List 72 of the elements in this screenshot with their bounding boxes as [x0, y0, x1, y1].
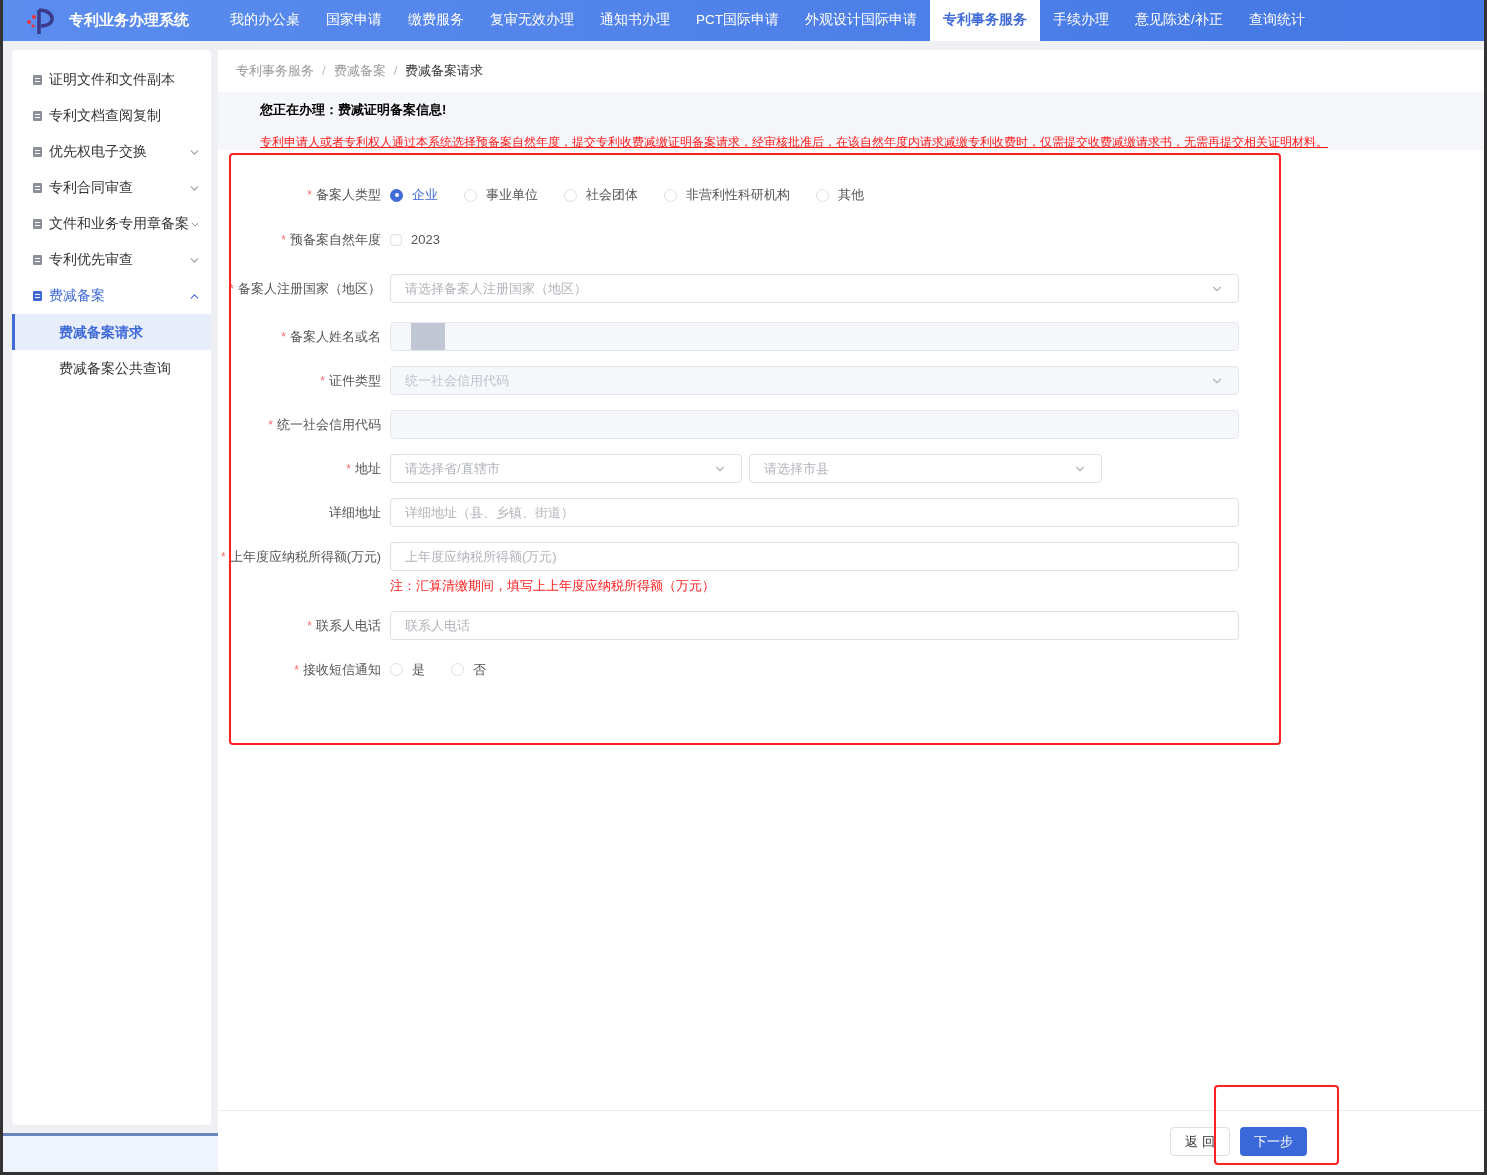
- document-icon: [32, 110, 43, 122]
- nav-tab[interactable]: 我的办公桌: [217, 0, 313, 41]
- sidebar-item[interactable]: 证明文件和文件副本: [12, 62, 211, 98]
- field-label: 联系人电话: [316, 617, 381, 634]
- next-button[interactable]: 下一步: [1240, 1127, 1307, 1156]
- document-icon: [32, 290, 43, 302]
- field-label: 接收短信通知: [303, 661, 381, 678]
- checkbox-option[interactable]: 2023: [390, 230, 440, 250]
- sidebar-subitem[interactable]: 费减备案公共查询: [12, 350, 211, 386]
- required-mark: *: [281, 329, 286, 345]
- field-label: 地址: [355, 461, 381, 477]
- field-label: 预备案自然年度: [290, 232, 381, 248]
- field-label: 备案人注册国家（地区）: [238, 281, 381, 297]
- sidebar-item[interactable]: 专利文档查阅复制: [12, 98, 211, 134]
- nav-tab[interactable]: 缴费服务: [395, 0, 477, 41]
- required-mark: *: [281, 232, 286, 248]
- required-mark: *: [294, 661, 299, 678]
- nav-tab[interactable]: 通知书办理: [587, 0, 683, 41]
- back-button[interactable]: 返 回: [1170, 1127, 1230, 1156]
- radio-option[interactable]: 企业: [390, 185, 438, 205]
- input-field[interactable]: 详细地址（县、乡镇、街道）: [390, 498, 1239, 527]
- nav-tab[interactable]: 复审无效办理: [477, 0, 587, 41]
- select-field[interactable]: 请选择省/直辖市: [390, 454, 742, 483]
- select-field[interactable]: 请选择备案人注册国家（地区）: [390, 274, 1239, 303]
- input-field[interactable]: 上年度应纳税所得额(万元): [390, 542, 1239, 571]
- document-icon: [32, 74, 43, 86]
- nav-tab[interactable]: 手续办理: [1040, 0, 1122, 41]
- breadcrumb-item: 费减备案请求: [405, 62, 484, 81]
- radio-option[interactable]: 否: [451, 660, 486, 680]
- select-field[interactable]: 请选择市县: [749, 454, 1102, 483]
- sidebar-item[interactable]: 文件和业务专用章备案: [12, 206, 211, 242]
- sidebar-item[interactable]: 专利优先审查: [12, 242, 211, 278]
- field-label: 上年度应纳税所得额(万元): [229, 549, 381, 565]
- required-mark: *: [346, 461, 351, 477]
- field-label: 详细地址: [329, 505, 381, 521]
- field-label: 备案人类型: [316, 187, 381, 203]
- document-icon: [32, 146, 43, 158]
- radio-option[interactable]: 事业单位: [464, 185, 538, 205]
- notice-text: 专利申请人或者专利权人通过本系统选择预备案自然年度，提交专利收费减缴证明备案请求，经审核批准后，在该自然年度内请求减缴专利收费时，仅需提交收费减缴请求书，无需再提交相关证明材料。: [260, 134, 1329, 150]
- nav-tab[interactable]: 意见陈述/补正: [1122, 0, 1236, 41]
- sidebar-item[interactable]: 专利合同审查: [12, 170, 211, 206]
- radio-option[interactable]: 社会团体: [564, 185, 638, 205]
- breadcrumb-separator: /: [322, 62, 326, 81]
- document-icon: [32, 218, 43, 230]
- sidebar-item[interactable]: 费减备案: [12, 278, 211, 314]
- radio-option[interactable]: 其他: [816, 185, 864, 205]
- document-icon: [32, 182, 43, 194]
- sidebar-subitem[interactable]: 费减备案请求: [12, 314, 211, 350]
- radio-option[interactable]: 是: [390, 660, 425, 680]
- required-mark: *: [307, 187, 312, 203]
- document-icon: [32, 254, 43, 266]
- field-label: 备案人姓名或名: [290, 329, 381, 345]
- field-label: 证件类型: [329, 373, 381, 389]
- note-text: 注：汇算清缴期间，填写上上年度应纳税所得额（万元）: [390, 578, 716, 595]
- required-mark: *: [221, 549, 226, 565]
- nav-tab[interactable]: PCT国际申请: [683, 0, 792, 41]
- nav-tab[interactable]: 专利事务服务: [930, 0, 1040, 41]
- nav-tab[interactable]: 外观设计国际申请: [792, 0, 930, 41]
- notice-title: 您正在办理：费减证明备案信息!: [260, 101, 448, 119]
- required-mark: *: [307, 617, 312, 634]
- input-field[interactable]: 联系人电话: [390, 610, 1239, 640]
- breadcrumb-item[interactable]: 费减备案: [333, 61, 386, 81]
- required-mark: *: [320, 373, 325, 389]
- nav-tab[interactable]: 国家申请: [313, 0, 395, 41]
- field-label: 统一社会信用代码: [277, 417, 381, 433]
- app-title: 专利业务办理系统: [69, 10, 189, 31]
- nav-tab[interactable]: 查询统计: [1235, 0, 1318, 41]
- breadcrumb-item[interactable]: 专利事务服务: [236, 61, 314, 81]
- sidebar-item[interactable]: 优先权电子交换: [12, 134, 211, 170]
- required-mark: *: [268, 417, 273, 433]
- radio-option[interactable]: 非营利性科研机构: [664, 185, 790, 205]
- breadcrumb-separator: /: [393, 62, 398, 81]
